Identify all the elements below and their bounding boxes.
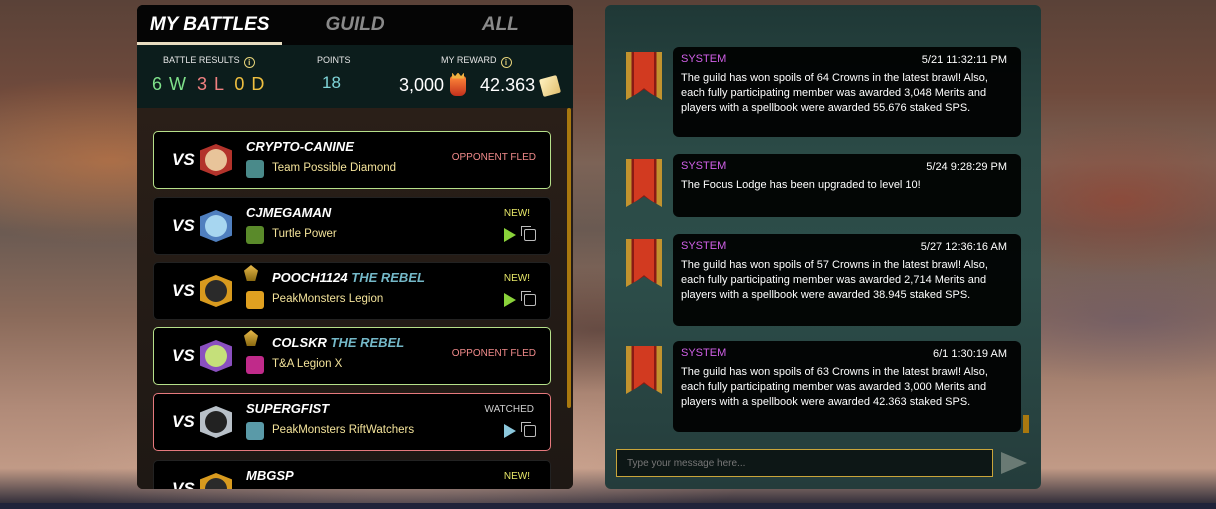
tab-guild[interactable]: GUILD — [282, 5, 427, 45]
chat-input-box — [616, 449, 993, 477]
message-time: 6/1 1:30:19 AM — [933, 348, 1007, 360]
vs-label: VS — [172, 412, 195, 431]
chat-scrollbar[interactable] — [1023, 415, 1029, 433]
battle-status: NEW! — [503, 471, 530, 482]
battle-row[interactable]: VS CJMEGAMAN Turtle Power NEW! — [153, 197, 551, 255]
player-title: THE REBEL — [351, 270, 425, 285]
play-icon[interactable] — [504, 228, 516, 242]
opponent-guild: T&A Legion X — [272, 358, 343, 370]
battle-status: WATCHED — [484, 404, 534, 415]
info-icon[interactable]: i — [243, 57, 255, 68]
vs-label: VS — [172, 346, 195, 365]
sps-scroll-icon — [539, 74, 562, 97]
rebel-rank-icon — [244, 330, 258, 346]
losses-count: 3 L — [197, 74, 225, 94]
opponent-guild: Team Possible Diamond — [272, 162, 397, 174]
draws-count: 0 D — [234, 74, 266, 94]
opponent-name[interactable]: POOCH1124 THE REBEL — [272, 270, 425, 285]
guild-chat-panel: SYSTEM 5/21 11:32:11 PM The guild has wo… — [605, 5, 1041, 489]
guild-crest-icon — [246, 291, 264, 309]
vs-label: VS — [172, 150, 195, 169]
battle-row[interactable]: VS MBGSP NEW! — [153, 460, 551, 489]
wins-count: 6 W — [152, 74, 188, 94]
opponent-guild: Turtle Power — [272, 228, 337, 240]
play-icon[interactable] — [504, 424, 516, 438]
message-bubble: SYSTEM 5/27 12:36:16 AM The guild has wo… — [673, 234, 1021, 326]
reward-label: MY REWARD i — [441, 55, 512, 68]
opponent-name[interactable]: COLSKR THE REBEL — [272, 335, 404, 350]
message-bubble: SYSTEM 6/1 1:30:19 AM The guild has won … — [673, 341, 1021, 432]
message-text: The Focus Lodge has been upgraded to lev… — [681, 179, 921, 191]
message-bubble: SYSTEM 5/24 9:28:29 PM The Focus Lodge h… — [673, 154, 1021, 217]
message-text: The guild has won spoils of 57 Crowns in… — [681, 259, 988, 301]
battle-row[interactable]: VS SUPERGFIST PeakMonsters RiftWatchers … — [153, 393, 551, 451]
points-value: 18 — [322, 73, 341, 92]
battle-status: OPPONENT FLED — [451, 348, 536, 359]
chat-message-input[interactable] — [627, 457, 982, 469]
guild-shield-icon — [246, 160, 264, 178]
message-time: 5/24 9:28:29 PM — [926, 161, 1007, 173]
opponent-name[interactable]: CJMEGAMAN — [246, 205, 331, 220]
battle-status: NEW! — [503, 273, 530, 284]
opponent-guild: PeakMonsters RiftWatchers — [272, 424, 415, 436]
opponent-avatar — [200, 275, 232, 307]
lightning-guild-icon — [246, 226, 264, 244]
message-text: The guild has won spoils of 63 Crowns in… — [681, 366, 988, 408]
message-time: 5/27 12:36:16 AM — [920, 241, 1007, 253]
battle-tabs: MY BATTLES GUILD ALL — [137, 5, 573, 45]
battles-panel: MY BATTLES GUILD ALL BATTLE RESULTS i 6 W… — [137, 5, 573, 489]
guild-banner-icon — [626, 159, 662, 207]
guild-banner-icon — [626, 52, 662, 100]
rebel-rank-icon — [244, 265, 258, 281]
message-bubble: SYSTEM 5/21 11:32:11 PM The guild has wo… — [673, 47, 1021, 137]
bottom-strip — [0, 503, 1216, 509]
battle-results-label: BATTLE RESULTS i — [163, 55, 255, 68]
battle-status: OPPONENT FLED — [451, 152, 536, 163]
opponent-avatar — [200, 340, 232, 372]
copy-icon[interactable] — [521, 422, 536, 437]
battle-results: 6 W 3 L 0 D — [152, 74, 265, 95]
message-text: The guild has won spoils of 64 Crowns in… — [681, 72, 988, 114]
play-icon[interactable] — [504, 293, 516, 307]
opponent-avatar — [200, 473, 232, 489]
guild-banner-icon — [626, 239, 662, 287]
player-title: THE REBEL — [330, 335, 405, 350]
vs-label: VS — [172, 216, 195, 235]
battle-row[interactable]: VS COLSKR THE REBEL T&A Legion X OPPONEN… — [153, 327, 551, 385]
battle-status: NEW! — [503, 208, 530, 219]
send-icon[interactable] — [1001, 452, 1027, 474]
vs-label: VS — [172, 281, 195, 300]
opponent-name[interactable]: MBGSP — [246, 468, 294, 483]
copy-icon[interactable] — [521, 291, 536, 306]
reward-values: 3,000 42.363 — [399, 74, 562, 97]
opponent-name[interactable]: CRYPTO-CANINE — [246, 139, 354, 154]
opponent-avatar — [200, 210, 232, 242]
opponent-avatar — [200, 406, 232, 438]
message-time: 5/21 11:32:11 PM — [921, 54, 1007, 66]
opponent-avatar — [200, 144, 232, 176]
opponent-guild: PeakMonsters Legion — [272, 293, 384, 305]
tab-all[interactable]: ALL — [428, 5, 573, 45]
guild-banner-icon — [626, 346, 662, 394]
battle-summary: BATTLE RESULTS i 6 W 3 L 0 D POINTS 18 MY… — [137, 45, 573, 108]
battle-row[interactable]: VS POOCH1124 THE REBEL PeakMonsters Legi… — [153, 262, 551, 320]
copy-icon[interactable] — [521, 226, 536, 241]
info-icon[interactable]: i — [500, 57, 512, 68]
opponent-name[interactable]: SUPERGFIST — [246, 401, 329, 416]
guild-crest-icon — [246, 356, 264, 374]
reward-crowns: 3,000 — [399, 75, 445, 95]
crown-icon — [450, 75, 467, 96]
battle-row[interactable]: VS CRYPTO-CANINE Team Possible Diamond O… — [153, 131, 551, 189]
vs-label: VS — [172, 479, 195, 489]
reward-sps: 42.363 — [480, 75, 536, 95]
guild-shield-icon — [246, 422, 264, 440]
battle-list: VS CRYPTO-CANINE Team Possible Diamond O… — [137, 108, 573, 489]
points-label: POINTS — [317, 55, 351, 65]
battle-list-scrollbar[interactable] — [567, 108, 571, 408]
tab-my-battles[interactable]: MY BATTLES — [137, 5, 283, 45]
